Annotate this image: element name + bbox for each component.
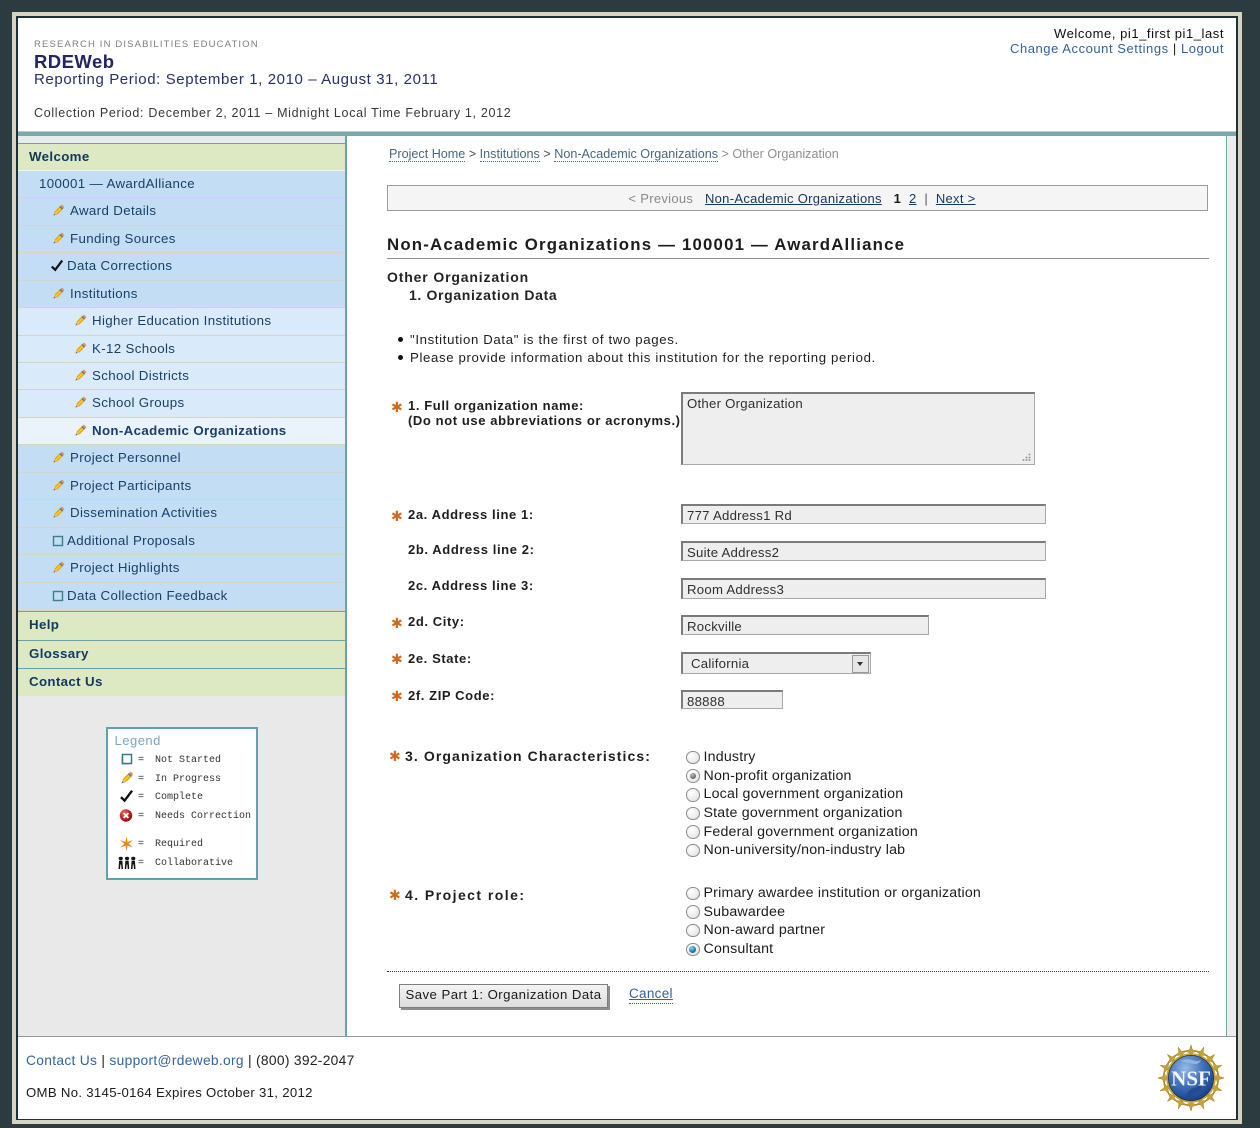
- svg-text:NSF: NSF: [1171, 1067, 1211, 1091]
